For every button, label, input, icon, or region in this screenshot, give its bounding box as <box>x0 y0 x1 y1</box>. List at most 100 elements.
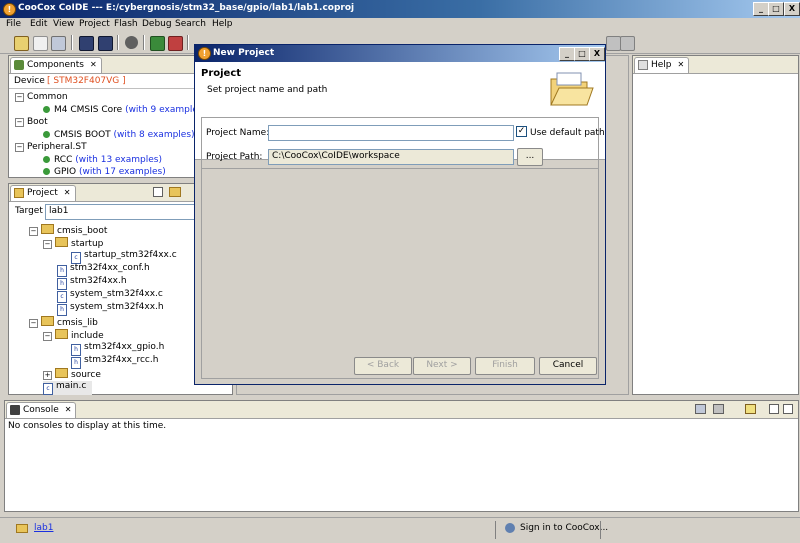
close-window-button[interactable]: X <box>784 2 800 16</box>
minimize-view-icon[interactable] <box>769 404 779 414</box>
component-item[interactable]: GPIO (with 17 examples) <box>43 167 166 177</box>
pin-console-icon[interactable] <box>695 404 706 414</box>
browse-button[interactable]: ... <box>517 148 543 166</box>
use-default-path-label: Use default path <box>530 128 605 138</box>
help-tab-header: Help ✕ <box>633 56 798 74</box>
cancel-button[interactable]: Cancel <box>539 357 597 375</box>
tab-help[interactable]: Help ✕ <box>634 57 690 73</box>
project-path-label: Project Path: <box>206 152 263 162</box>
close-tab-icon[interactable]: ✕ <box>64 188 71 197</box>
menu-help[interactable]: Help <box>212 19 233 29</box>
tree-file-selected[interactable]: c main.c <box>43 381 93 395</box>
minimize-button[interactable]: _ <box>753 2 769 16</box>
collapse-icon[interactable]: − <box>15 143 24 152</box>
folder-icon <box>55 237 68 247</box>
maximize-view-icon[interactable] <box>783 404 793 414</box>
menu-view[interactable]: View <box>53 19 74 29</box>
menu-flash[interactable]: Flash <box>114 19 138 29</box>
tree-file[interactable]: h stm32f4xx.h <box>57 276 127 290</box>
close-tab-icon[interactable]: ✕ <box>65 405 72 414</box>
tab-components[interactable]: Components ✕ <box>10 57 102 73</box>
menu-debug[interactable]: Debug <box>142 19 172 29</box>
window-title-bar: ! CooCox CoIDE --- E:/cybergnosis/stm32_… <box>0 0 800 18</box>
new-project-dialog: ! New Project _ □ X Project Set project … <box>194 44 606 385</box>
new-file-icon[interactable] <box>33 36 48 51</box>
dialog-close-button[interactable]: X <box>589 47 605 61</box>
tab-project[interactable]: Project ✕ <box>10 185 76 201</box>
erase-chip-icon[interactable] <box>168 36 183 51</box>
menu-search[interactable]: Search <box>175 19 206 29</box>
link-editor-icon[interactable] <box>169 187 181 197</box>
collapse-icon[interactable]: − <box>43 332 52 341</box>
maximize-button[interactable]: □ <box>768 2 784 16</box>
dialog-minimize-button[interactable]: _ <box>559 47 575 61</box>
close-tab-icon[interactable]: ✕ <box>90 60 97 69</box>
tree-file[interactable]: h system_stm32f4xx.h <box>57 302 164 316</box>
help-tab-label: Help <box>651 60 672 70</box>
menu-file[interactable]: File <box>6 19 21 29</box>
open-console-icon[interactable] <box>745 404 756 414</box>
back-button[interactable]: < Back <box>354 357 412 375</box>
tree-node-common[interactable]: − Common <box>15 92 68 102</box>
perspective-icon[interactable] <box>606 36 621 51</box>
tree-file[interactable]: c startup_stm32f4xx.c <box>71 250 177 264</box>
examples-link[interactable]: (with 13 examples) <box>75 155 162 165</box>
component-dot-icon <box>43 156 50 163</box>
tree-folder[interactable]: − cmsis_boot <box>29 224 107 236</box>
component-item[interactable]: RCC (with 13 examples) <box>43 155 162 165</box>
next-button[interactable]: Next > <box>413 357 471 375</box>
component-item[interactable]: CMSIS BOOT (with 8 examples) <box>43 130 195 140</box>
components-tab-label: Components <box>27 60 84 70</box>
collapse-icon[interactable]: − <box>15 93 24 102</box>
toolbar-separator <box>187 35 189 50</box>
finish-button[interactable]: Finish <box>475 357 535 375</box>
use-default-path-checkbox[interactable]: ✓ <box>516 126 527 137</box>
status-project-link[interactable]: lab1 <box>34 523 53 533</box>
project-folder-icon <box>14 188 24 198</box>
examples-link[interactable]: (with 8 examples) <box>114 130 195 140</box>
help-panel: Help ✕ <box>632 55 799 395</box>
configure-gear-icon[interactable] <box>125 36 138 49</box>
project-path-input[interactable]: C:\CooCox\CoIDE\workspace <box>268 149 514 165</box>
project-name-input[interactable] <box>268 125 514 141</box>
expand-icon[interactable]: + <box>43 371 52 380</box>
tree-file[interactable]: c system_stm32f4xx.c <box>57 289 163 303</box>
device-value[interactable]: [ STM32F407VG ] <box>47 76 126 86</box>
tab-console[interactable]: Console ✕ <box>6 402 77 418</box>
new-project-icon[interactable] <box>14 36 29 51</box>
examples-link[interactable]: (with 17 examples) <box>79 167 166 177</box>
collapse-icon[interactable]: − <box>15 118 24 127</box>
status-bar: lab1 Sign in to CooCox... <box>0 517 800 543</box>
collapse-icon[interactable]: − <box>43 240 52 249</box>
console-icon <box>10 405 20 415</box>
tree-folder[interactable]: − startup <box>43 237 103 249</box>
close-tab-icon[interactable]: ✕ <box>678 60 685 69</box>
signin-link[interactable]: Sign in to CooCox... <box>520 523 608 533</box>
collapse-icon[interactable]: − <box>29 227 38 236</box>
tree-folder[interactable]: − cmsis_lib <box>29 316 98 328</box>
c-file-icon: c <box>43 383 53 395</box>
console-panel: Console ✕ No consoles to display at this … <box>4 400 799 512</box>
dialog-maximize-button[interactable]: □ <box>574 47 590 61</box>
component-item[interactable]: M4 CMSIS Core (with 9 examples) <box>43 105 206 115</box>
collapse-all-icon[interactable] <box>153 187 163 197</box>
display-console-icon[interactable] <box>713 404 724 414</box>
save-icon[interactable] <box>51 36 66 51</box>
tree-file[interactable]: h stm32f4xx_conf.h <box>57 263 150 277</box>
build-icon[interactable] <box>79 36 94 51</box>
tree-node-boot[interactable]: − Boot <box>15 117 48 127</box>
tree-folder[interactable]: + source <box>43 368 101 380</box>
form-divider <box>202 168 598 169</box>
menu-edit[interactable]: Edit <box>30 19 47 29</box>
tree-file[interactable]: h stm32f4xx_gpio.h <box>71 342 164 356</box>
tree-folder[interactable]: − include <box>43 329 104 341</box>
menu-project[interactable]: Project <box>79 19 110 29</box>
collapse-icon[interactable]: − <box>29 319 38 328</box>
download-code-icon[interactable] <box>150 36 165 51</box>
tree-file[interactable]: h stm32f4xx_rcc.h <box>71 355 158 369</box>
tree-node-peripheral-st[interactable]: − Peripheral.ST <box>15 142 87 152</box>
window-title: CooCox CoIDE --- E:/cybergnosis/stm32_ba… <box>18 3 355 13</box>
perspective-icon[interactable] <box>620 36 635 51</box>
rebuild-icon[interactable] <box>98 36 113 51</box>
dialog-subheading: Set project name and path <box>207 85 328 95</box>
